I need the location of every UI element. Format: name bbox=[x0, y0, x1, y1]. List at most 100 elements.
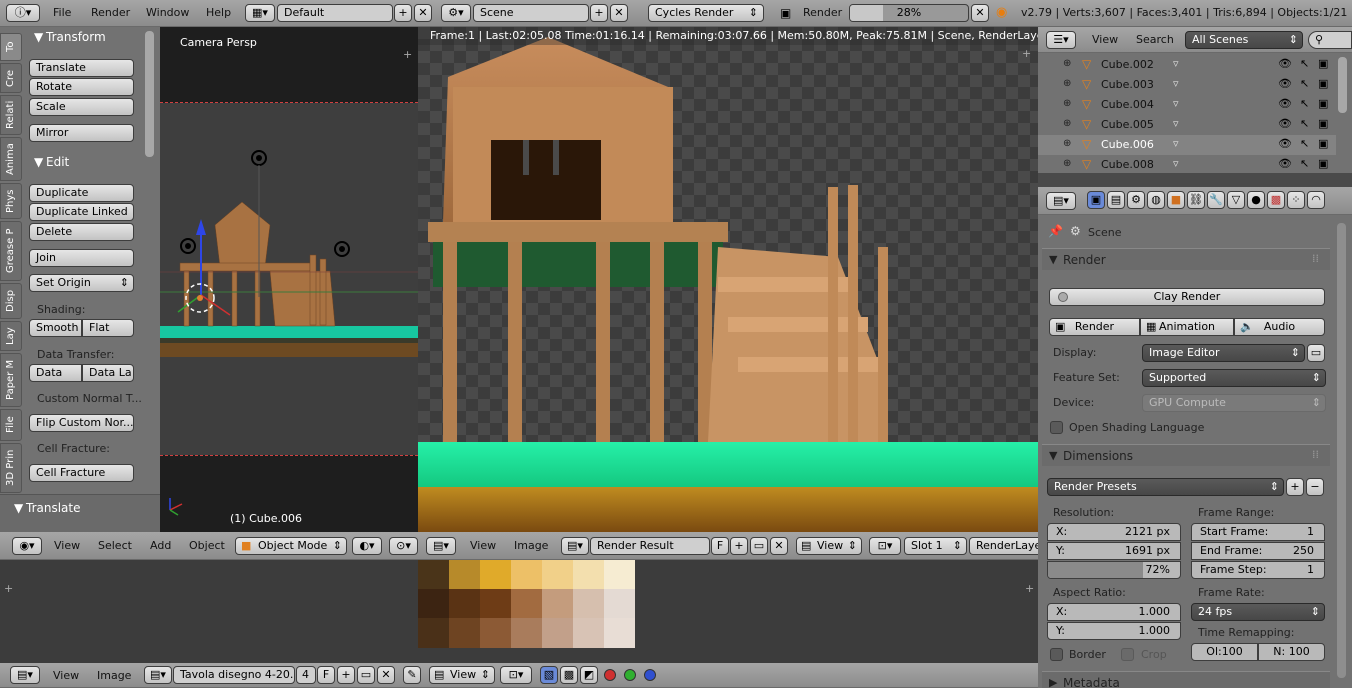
pin-image-icon[interactable]: ✎ bbox=[403, 666, 421, 684]
region-split-plus-icon[interactable]: + bbox=[403, 48, 412, 61]
outliner-item-label[interactable]: Cube.003 bbox=[1101, 78, 1154, 91]
outliner-menu-search[interactable]: Search bbox=[1136, 27, 1174, 53]
tab-physics[interactable]: Phys bbox=[0, 183, 22, 219]
selectable-cursor-icon[interactable]: ↖ bbox=[1300, 97, 1309, 110]
channel-blue-icon[interactable] bbox=[644, 669, 656, 681]
outliner-row[interactable]: ⊕ ▽ Cube.003 ▿ 👁 ↖ ▣ bbox=[1038, 75, 1336, 95]
slot-select[interactable]: Slot 1 ⇕ bbox=[904, 537, 967, 555]
object-context-icon[interactable]: ■ bbox=[1167, 191, 1185, 209]
expand-plus-icon[interactable]: ⊕ bbox=[1063, 158, 1071, 169]
expand-plus-icon[interactable]: ⊕ bbox=[1063, 58, 1071, 69]
selectable-cursor-icon[interactable]: ↖ bbox=[1300, 117, 1309, 130]
resolution-y-field[interactable]: Y: 1691 px bbox=[1047, 542, 1181, 560]
render-toggle-icon[interactable]: ▣ bbox=[1318, 57, 1328, 70]
mirror-button[interactable]: Mirror bbox=[29, 124, 134, 142]
outliner-display-filter[interactable]: All Scenes ⇕ bbox=[1185, 31, 1303, 49]
edit-panel-title[interactable]: Edit bbox=[46, 155, 69, 169]
duplicate-linked-button[interactable]: Duplicate Linked bbox=[29, 203, 134, 221]
tab-relations[interactable]: Relati bbox=[0, 95, 22, 135]
pivot-point-icon[interactable]: ⊙▾ bbox=[389, 537, 418, 555]
outliner-item-label[interactable]: Cube.004 bbox=[1101, 98, 1154, 111]
render-toggle-icon[interactable]: ▣ bbox=[1318, 97, 1328, 110]
outliner-scrollbar[interactable] bbox=[1338, 57, 1347, 113]
visibility-eye-icon[interactable]: 👁 bbox=[1278, 117, 1292, 130]
menu-window[interactable]: Window bbox=[146, 0, 189, 26]
frame-rate-select[interactable]: 24 fps ⇕ bbox=[1191, 603, 1325, 621]
join-button[interactable]: Join bbox=[29, 249, 134, 267]
viewport-menu-view[interactable]: View bbox=[54, 533, 80, 559]
visibility-eye-icon[interactable]: 👁 bbox=[1278, 157, 1292, 170]
osl-label[interactable]: Open Shading Language bbox=[1069, 421, 1204, 434]
selectable-cursor-icon[interactable]: ↖ bbox=[1300, 137, 1309, 150]
dimensions-drag-handle-icon[interactable]: ⁞⁞ bbox=[1312, 448, 1319, 461]
osl-checkbox[interactable] bbox=[1050, 421, 1063, 434]
palette-fake-user-button[interactable]: F bbox=[317, 666, 335, 684]
region-split-plus-icon[interactable]: + bbox=[4, 582, 13, 595]
translate-button[interactable]: Translate bbox=[29, 59, 134, 77]
render-view-mode-select[interactable]: ▤ View ⇕ bbox=[796, 537, 862, 555]
properties-scrollbar[interactable] bbox=[1337, 223, 1346, 678]
cell-fracture-button[interactable]: Cell Fracture bbox=[29, 464, 134, 482]
frame-step-field[interactable]: Frame Step: 1 bbox=[1191, 561, 1325, 579]
tab-create[interactable]: Cre bbox=[0, 63, 22, 93]
render-layers-context-icon[interactable]: ▤ bbox=[1107, 191, 1125, 209]
draw-channels-color-icon[interactable]: ▧ bbox=[540, 666, 558, 684]
selectable-cursor-icon[interactable]: ↖ bbox=[1300, 77, 1309, 90]
render-button[interactable]: ▣ Render bbox=[1049, 318, 1140, 336]
render-drag-handle-icon[interactable]: ⁞⁞ bbox=[1312, 252, 1319, 265]
unlink-image-icon[interactable]: ✕ bbox=[770, 537, 788, 555]
viewport-menu-add[interactable]: Add bbox=[150, 533, 171, 559]
device-select[interactable]: GPU Compute ⇕ bbox=[1142, 394, 1326, 412]
palette-image-name[interactable]: Tavola disegno 4-20... bbox=[173, 666, 295, 684]
outliner-row[interactable]: ⊕ ▽ Cube.004 ▿ 👁 ↖ ▣ bbox=[1038, 95, 1336, 115]
modifiers-context-icon[interactable]: 🔧 bbox=[1207, 191, 1225, 209]
draw-channels-z-icon[interactable]: ◩ bbox=[580, 666, 598, 684]
start-frame-field[interactable]: Start Frame: 1 bbox=[1191, 523, 1325, 541]
new-image-icon[interactable]: + bbox=[730, 537, 748, 555]
outliner-search-input[interactable]: ⚲ bbox=[1308, 31, 1352, 49]
display-select[interactable]: Image Editor ⇕ bbox=[1142, 344, 1305, 362]
data-context-icon[interactable]: ▽ bbox=[1227, 191, 1245, 209]
time-remap-old-field[interactable]: Ol:100 bbox=[1191, 643, 1258, 661]
render-menu-image[interactable]: Image bbox=[514, 533, 548, 559]
smooth-button[interactable]: Smooth bbox=[29, 319, 82, 337]
selectable-cursor-icon[interactable]: ↖ bbox=[1300, 57, 1309, 70]
region-split-plus-icon-right[interactable]: + bbox=[1025, 582, 1034, 595]
draw-channels-alpha-icon[interactable]: ▩ bbox=[560, 666, 578, 684]
texture-context-icon[interactable]: ▩ bbox=[1267, 191, 1285, 209]
uv-pivot-icon[interactable]: ⊡▾ bbox=[869, 537, 901, 555]
toolshelf-scrollbar[interactable] bbox=[145, 31, 154, 157]
expand-plus-icon[interactable]: ⊕ bbox=[1063, 78, 1071, 89]
render-presets-select[interactable]: Render Presets ⇕ bbox=[1047, 478, 1284, 496]
render-image-name[interactable]: Render Result bbox=[590, 537, 710, 555]
animation-button[interactable]: ▦ Animation bbox=[1140, 318, 1234, 336]
info-editor-icon[interactable]: ⓘ▾ bbox=[6, 4, 40, 22]
screen-layout-icon[interactable]: ▦▾ bbox=[245, 4, 275, 22]
outliner-row[interactable]: ⊕ ▽ Cube.005 ▿ 👁 ↖ ▣ bbox=[1038, 115, 1336, 135]
outliner-type-icon[interactable]: ☰▾ bbox=[1046, 31, 1076, 49]
outliner-properties-divider[interactable] bbox=[1038, 173, 1352, 187]
tab-grease-pencil[interactable]: Grease P bbox=[0, 221, 22, 281]
render-toggle-icon[interactable]: ▣ bbox=[1318, 117, 1328, 130]
expand-plus-icon[interactable]: ⊕ bbox=[1063, 98, 1071, 109]
outliner-item-label[interactable]: Cube.002 bbox=[1101, 58, 1154, 71]
crop-checkbox[interactable] bbox=[1121, 648, 1134, 661]
menu-file[interactable]: File bbox=[53, 0, 71, 26]
properties-type-icon[interactable]: ▤▾ bbox=[1046, 192, 1076, 210]
render-section-header[interactable]: ▼ Render ⁞⁞ bbox=[1042, 248, 1330, 270]
set-origin-select[interactable]: Set Origin ⇕ bbox=[29, 274, 134, 292]
add-layout-icon[interactable]: + bbox=[394, 4, 412, 22]
tab-animation[interactable]: Anima bbox=[0, 137, 22, 181]
pin-icon[interactable]: 📌 bbox=[1048, 224, 1063, 238]
editor-type-icon[interactable]: ◉▾ bbox=[12, 537, 42, 555]
palette-menu-image[interactable]: Image bbox=[97, 663, 131, 688]
tab-display[interactable]: Disp bbox=[0, 283, 22, 319]
scale-button[interactable]: Scale bbox=[29, 98, 134, 116]
material-context-icon[interactable]: ● bbox=[1247, 191, 1265, 209]
tab-layers[interactable]: Lay bbox=[0, 321, 22, 351]
expand-plus-icon[interactable]: ⊕ bbox=[1063, 138, 1071, 149]
add-scene-icon[interactable]: + bbox=[590, 4, 608, 22]
palette-editor-type-icon[interactable]: ▤▾ bbox=[10, 666, 40, 684]
cancel-render-icon[interactable]: ✕ bbox=[971, 4, 989, 22]
render-context-icon[interactable]: ▣ bbox=[1087, 191, 1105, 209]
